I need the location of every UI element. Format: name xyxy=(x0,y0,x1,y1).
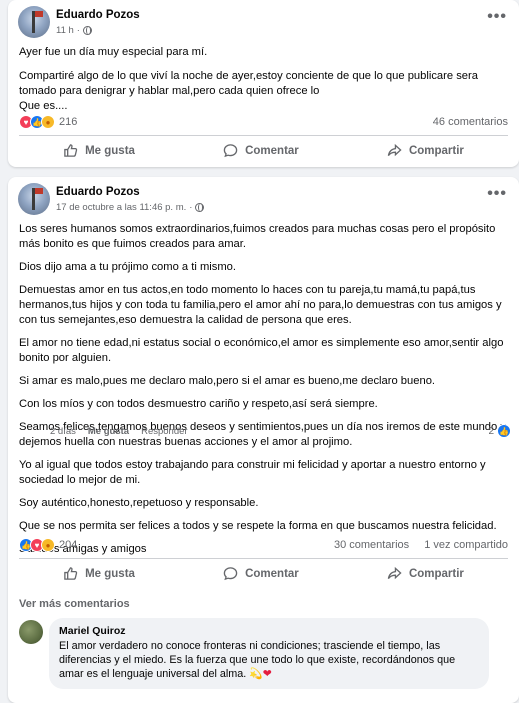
share-icon xyxy=(387,566,402,580)
commenter-avatar[interactable] xyxy=(19,620,43,644)
thumbs-up-icon xyxy=(64,144,78,157)
post-text: Dios dijo ama a tu prójimo como a ti mis… xyxy=(19,261,236,273)
author-avatar[interactable] xyxy=(18,6,50,38)
post-card: Eduardo Pozos 17 de octubre a las 11:46 … xyxy=(8,177,519,703)
like-button[interactable]: Me gusta xyxy=(63,566,135,581)
author-avatar[interactable] xyxy=(18,183,50,215)
comment-age[interactable]: 2 días xyxy=(50,426,76,437)
share-label: Compartir xyxy=(408,567,464,580)
commenter-name[interactable]: Mariel Quiroz xyxy=(59,625,479,637)
post-header: Eduardo Pozos 11 h · ••• xyxy=(8,0,519,42)
post-meta: 11 h · xyxy=(56,25,92,36)
care-reaction-icon: ● xyxy=(41,538,55,552)
thumbs-up-icon xyxy=(64,567,78,580)
post-text: Compartiré algo de lo que viví la noche … xyxy=(19,70,478,97)
meta-separator: · xyxy=(189,202,193,213)
comment-meta: 2 días Me gusta Responder xyxy=(50,426,188,437)
comment-reaction-count: 2 xyxy=(488,425,494,437)
post-stats: 👍 ♥ ● 204 30 comentarios 1 vez compartid… xyxy=(19,536,508,554)
post-meta: 17 de octubre a las 11:46 p. m. · xyxy=(56,202,205,213)
globe-icon xyxy=(195,203,205,212)
care-reaction-icon: ● xyxy=(41,115,55,129)
more-options-icon[interactable]: ••• xyxy=(487,185,507,203)
post-time[interactable]: 17 de octubre a las 11:46 p. m. xyxy=(56,202,186,213)
author-name[interactable]: Eduardo Pozos xyxy=(56,186,140,198)
meta-separator: · xyxy=(76,25,80,36)
comment-like-button[interactable]: Me gusta xyxy=(88,426,129,437)
share-count[interactable]: 1 vez compartido xyxy=(424,539,508,551)
post-actions: Me gusta Comentar Compartir xyxy=(19,135,508,165)
globe-icon xyxy=(82,26,92,35)
see-more-text[interactable]: Que es.... xyxy=(19,99,508,114)
comment-label: Comentar xyxy=(245,144,299,157)
comment-reactions[interactable]: 2 👍 xyxy=(488,424,511,438)
post-text: El amor no tiene edad,ni estatus social … xyxy=(19,337,504,364)
post-text: Ayer fue un día muy especial para mí. xyxy=(19,46,208,58)
like-reaction-icon: 👍 xyxy=(497,424,511,438)
comment-button[interactable]: Comentar xyxy=(223,143,299,158)
like-label: Me gusta xyxy=(85,567,135,580)
comment-text: El amor verdadero no conoce fronteras ni… xyxy=(59,639,479,681)
post-text: Soy auténtico,honesto,repetuoso y respon… xyxy=(19,497,259,509)
view-more-comments-link[interactable]: Ver más comentarios xyxy=(19,598,130,610)
post-time[interactable]: 11 h xyxy=(56,25,74,36)
comment-count[interactable]: 30 comentarios xyxy=(334,539,409,551)
post-header: Eduardo Pozos 17 de octubre a las 11:46 … xyxy=(8,177,519,219)
comment-icon xyxy=(223,567,238,581)
reactions-summary[interactable]: 👍 ♥ ● 204 xyxy=(19,538,77,552)
comment-button[interactable]: Comentar xyxy=(223,566,299,581)
like-button[interactable]: Me gusta xyxy=(63,143,135,158)
author-name[interactable]: Eduardo Pozos xyxy=(56,9,140,21)
comment-icon xyxy=(223,144,238,158)
post-text: Demuestas amor en tus actos,en todo mome… xyxy=(19,284,502,326)
comment-count[interactable]: 46 comentarios xyxy=(433,116,508,128)
reaction-count: 216 xyxy=(59,116,78,128)
more-options-icon[interactable]: ••• xyxy=(487,8,507,26)
share-icon xyxy=(387,143,402,157)
comment-emoji: 💫❤ xyxy=(249,668,272,680)
share-button[interactable]: Compartir xyxy=(387,143,464,158)
post-text: Los seres humanos somos extraordinarios,… xyxy=(19,223,496,250)
post-stats: ♥ 👍 ● 216 46 comentarios xyxy=(19,113,508,131)
comment-label: Comentar xyxy=(245,567,299,580)
reaction-count: 204 xyxy=(59,539,78,551)
comment-reply-button[interactable]: Responder xyxy=(141,426,187,437)
post-text: Con los míos y con todos desmuestro cari… xyxy=(19,398,378,410)
post-text: Si amar es malo,pues me declaro malo,per… xyxy=(19,375,436,387)
comment-bubble: Mariel Quiroz El amor verdadero no conoc… xyxy=(49,618,489,689)
share-button[interactable]: Compartir xyxy=(387,566,464,581)
post-text: Que se nos permita ser felices a todos y… xyxy=(19,520,497,532)
post-card: Eduardo Pozos 11 h · ••• Ayer fue un día… xyxy=(8,0,519,167)
share-label: Compartir xyxy=(408,144,464,157)
post-actions: Me gusta Comentar Compartir xyxy=(19,558,508,588)
reactions-summary[interactable]: ♥ 👍 ● 216 xyxy=(19,115,77,129)
post-text: Yo al igual que todos estoy trabajando p… xyxy=(19,459,486,486)
like-label: Me gusta xyxy=(85,144,135,157)
